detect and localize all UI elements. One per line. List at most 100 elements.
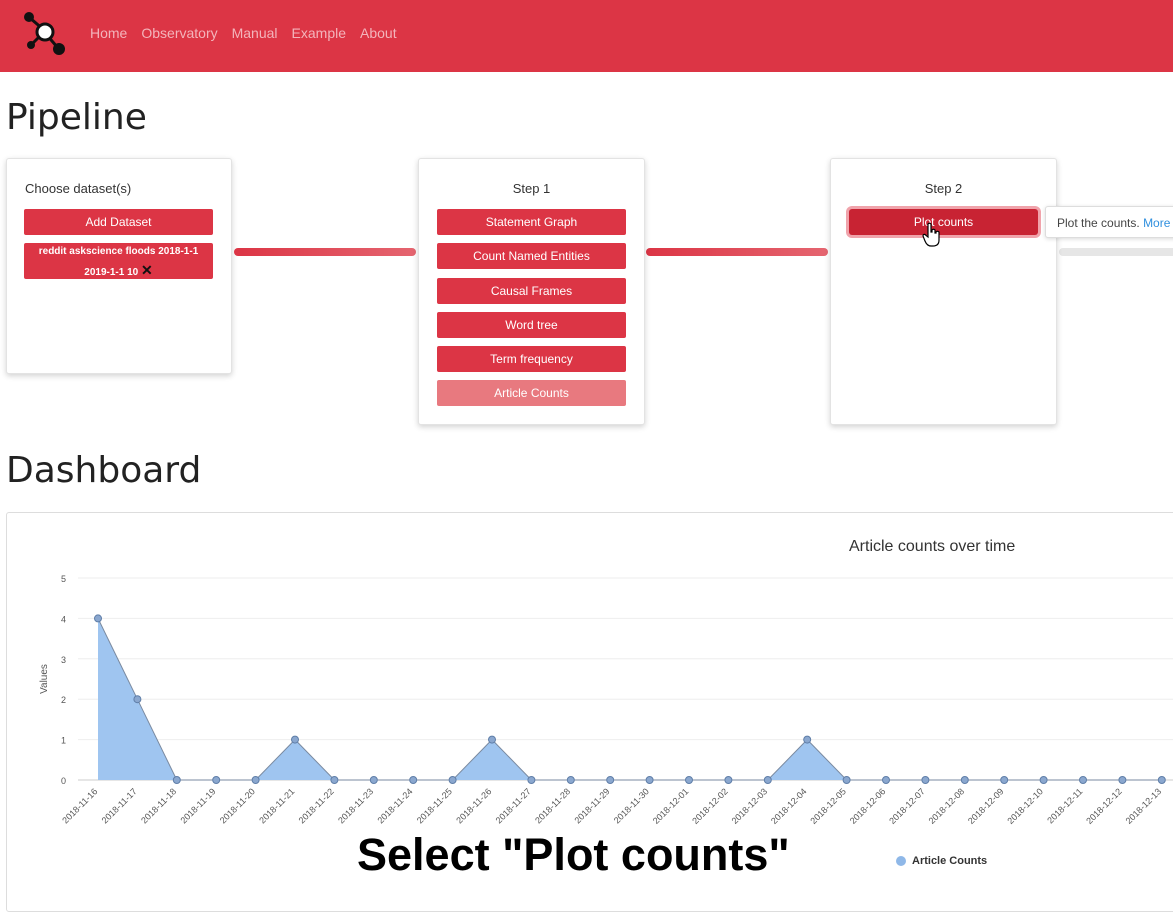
nav-links: Home Observatory Manual Example About: [90, 0, 411, 66]
x-tick-label: 2018-11-18: [139, 786, 178, 825]
x-tick-label: 2018-11-25: [415, 786, 454, 825]
y-tick-label: 2: [61, 695, 66, 705]
plot-counts-tooltip: Plot the counts. More: [1045, 206, 1173, 238]
data-point: [448, 776, 457, 784]
data-point: [763, 776, 772, 784]
tooltip-text: Plot the counts.: [1057, 216, 1140, 230]
word-tree-button[interactable]: Word tree: [437, 312, 626, 338]
y-tick-label: 3: [61, 655, 66, 665]
x-tick-label: 2018-12-08: [927, 786, 967, 826]
data-point: [1000, 776, 1009, 784]
y-tick-label: 0: [61, 776, 66, 786]
nav-example[interactable]: Example: [292, 25, 346, 41]
data-point: [606, 776, 615, 784]
x-tick-label: 2018-12-04: [769, 786, 809, 826]
pipeline-heading: Pipeline: [6, 97, 147, 138]
data-point: [409, 776, 418, 784]
data-point: [1079, 776, 1087, 784]
chart-title: Article counts over time: [849, 538, 1016, 555]
data-point: [803, 735, 812, 744]
step2-card: Step 2 Plot counts: [830, 158, 1057, 425]
chart-legend[interactable]: Article Counts: [896, 855, 987, 867]
x-tick-label: 2018-11-30: [612, 786, 651, 825]
data-point: [369, 776, 378, 784]
x-tick-label: 2018-11-17: [100, 786, 139, 825]
data-point: [842, 776, 851, 784]
x-tick-label: 2018-12-05: [808, 786, 848, 826]
y-tick-label: 1: [61, 736, 66, 746]
data-point: [1118, 776, 1127, 784]
dataset-chip-line2: 2019-1-1 10: [84, 267, 139, 278]
dashboard-heading: Dashboard: [6, 450, 202, 491]
navbar: Home Observatory Manual Example About: [0, 0, 1173, 72]
x-tick-label: 2018-12-03: [730, 786, 770, 826]
data-point: [94, 614, 102, 623]
data-point: [527, 776, 536, 784]
connector-2: [646, 248, 828, 256]
dataset-card: Choose dataset(s) Add Dataset reddit ask…: [6, 158, 232, 374]
x-tick-label: 2018-11-16: [60, 786, 99, 825]
x-tick-label: 2018-11-28: [533, 786, 572, 825]
x-tick-label: 2018-11-27: [494, 786, 533, 825]
term-frequency-button[interactable]: Term frequency: [437, 346, 626, 372]
y-tick-label: 4: [61, 614, 66, 624]
data-point: [724, 776, 733, 784]
x-tick-label: 2018-12-12: [1084, 786, 1124, 826]
data-point: [251, 776, 260, 784]
instruction-caption: Select "Plot counts": [357, 829, 790, 880]
x-tick-label: 2018-12-11: [1045, 786, 1084, 825]
data-point: [172, 776, 181, 784]
x-tick-label: 2018-12-07: [887, 786, 927, 826]
data-point: [133, 695, 142, 704]
x-tick-label: 2018-12-10: [1005, 786, 1045, 826]
x-tick-label: 2018-11-19: [178, 786, 217, 825]
data-point: [921, 776, 930, 784]
step2-title: Step 2: [924, 181, 963, 196]
data-point: [330, 776, 339, 784]
hand-cursor-icon: [922, 222, 940, 247]
connector-3: [1059, 248, 1173, 256]
data-point: [488, 735, 496, 744]
data-point: [685, 776, 693, 784]
dataset-chip-line1: reddit askscience floods 2018-1-1: [38, 246, 199, 257]
legend-label: Article Counts: [912, 855, 988, 867]
data-point: [882, 776, 890, 784]
connector-1: [234, 248, 416, 256]
legend-dot-icon: [896, 856, 906, 867]
x-tick-label: 2018-12-13: [1124, 786, 1164, 826]
data-point: [212, 776, 221, 784]
causal-frames-button[interactable]: Causal Frames: [437, 278, 626, 304]
x-tick-label: 2018-12-02: [690, 786, 730, 826]
x-tick-label: 2018-12-06: [848, 786, 888, 826]
count-named-entities-button[interactable]: Count Named Entities: [437, 243, 626, 269]
x-tick-label: 2018-12-01: [651, 786, 691, 826]
y-axis-label: Values: [39, 664, 50, 694]
network-logo-icon[interactable]: [22, 10, 68, 58]
nav-manual[interactable]: Manual: [232, 25, 278, 41]
x-tick-label: 2018-11-21: [257, 786, 296, 825]
nav-home[interactable]: Home: [90, 25, 127, 41]
plot-counts-button[interactable]: Plot counts: [849, 209, 1038, 235]
nav-about[interactable]: About: [360, 25, 397, 41]
step1-card: Step 1 Statement Graph Count Named Entit…: [418, 158, 645, 425]
dataset-chip-line2-wrap: 2019-1-1 10 ✕: [24, 261, 213, 282]
statement-graph-button[interactable]: Statement Graph: [437, 209, 626, 235]
x-tick-label: 2018-11-29: [572, 786, 611, 825]
remove-dataset-icon[interactable]: ✕: [141, 262, 153, 278]
data-point: [960, 776, 969, 784]
x-tick-label: 2018-11-22: [297, 786, 336, 825]
x-tick-label: 2018-12-09: [966, 786, 1006, 826]
data-point: [1157, 776, 1166, 784]
article-counts-chart: 012345Values2018-11-16 2018-11-17 2018-11-…: [39, 574, 1173, 826]
data-point: [645, 776, 654, 784]
nav-observatory[interactable]: Observatory: [141, 25, 217, 41]
data-point: [1039, 776, 1048, 784]
add-dataset-button[interactable]: Add Dataset: [24, 209, 213, 235]
data-point: [291, 735, 299, 744]
x-tick-label: 2018-11-24: [375, 786, 414, 825]
dataset-chip: reddit askscience floods 2018-1-1 2019-1…: [24, 243, 213, 279]
article-counts-button[interactable]: Article Counts: [437, 380, 626, 406]
step1-title: Step 1: [512, 181, 551, 196]
x-tick-label: 2018-11-23: [336, 786, 375, 825]
tooltip-more-link[interactable]: More: [1143, 216, 1170, 230]
